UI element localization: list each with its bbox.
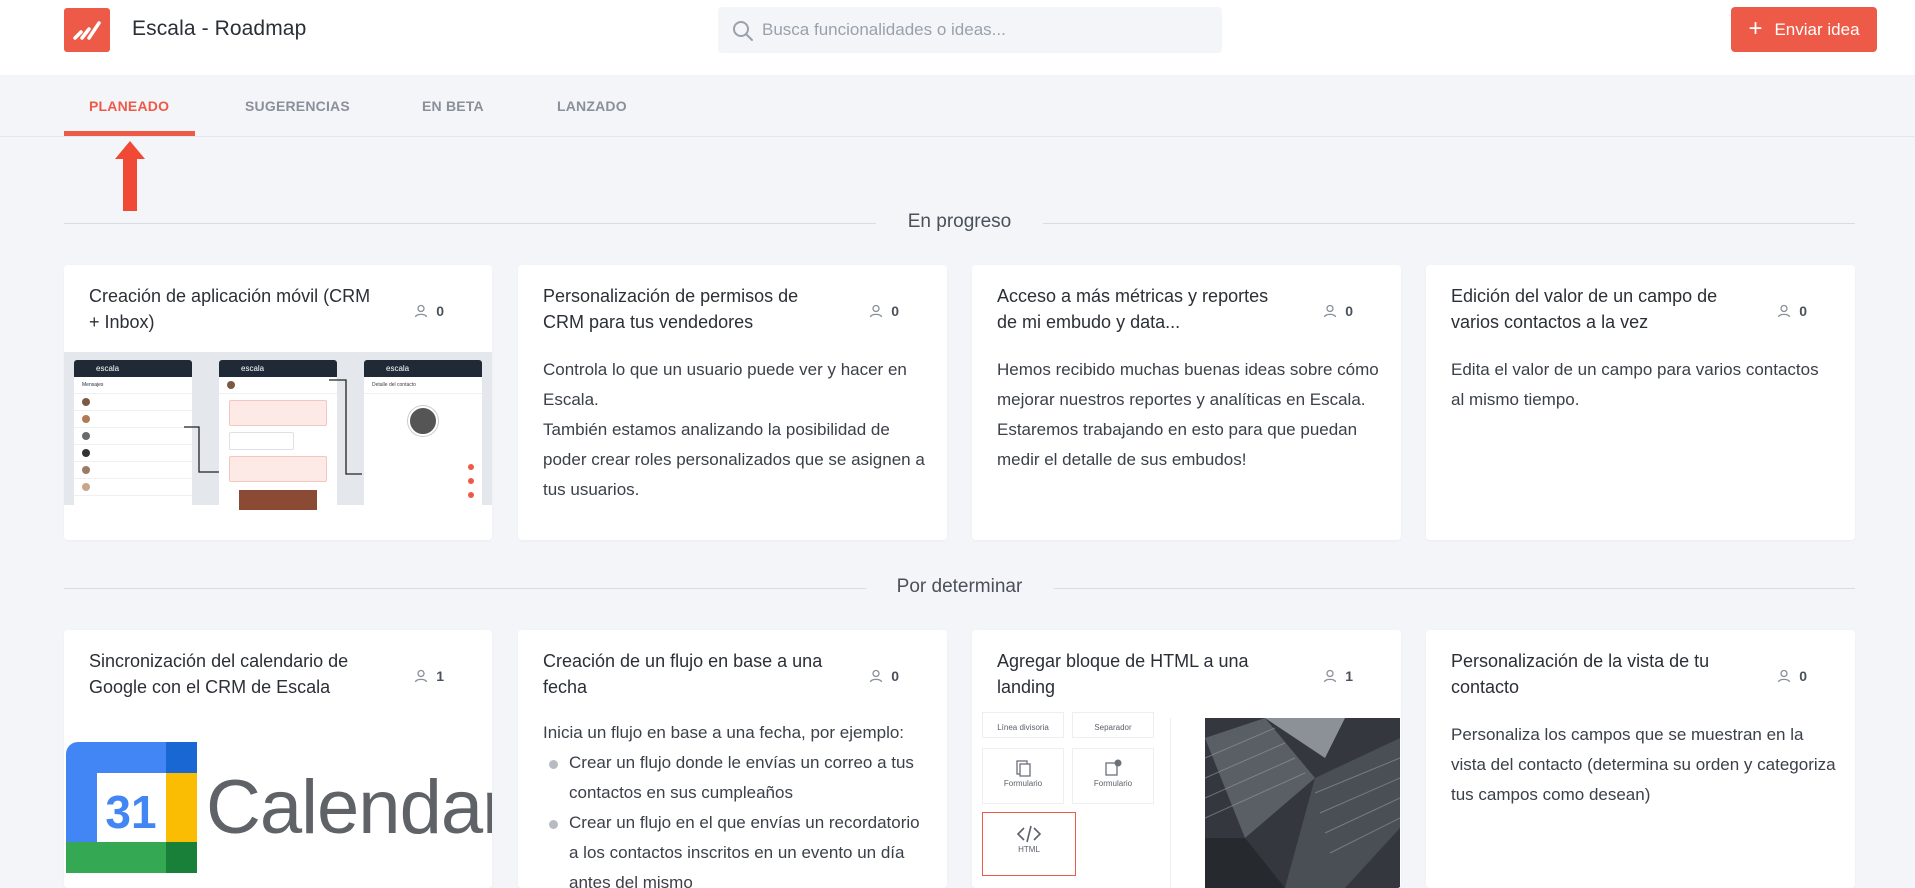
section-title: En progreso — [907, 211, 1012, 232]
up-arrow-icon — [115, 141, 145, 211]
card-title: Edición del valor de un campo de varios … — [1451, 286, 1718, 332]
idea-card[interactable]: Edición del valor de un campo de varios … — [1426, 265, 1855, 540]
idea-card[interactable]: Creación de un flujo en base a una fecha… — [518, 630, 947, 888]
user-icon — [1324, 304, 1337, 318]
search-icon — [733, 21, 753, 41]
user-icon — [870, 669, 883, 683]
block-tile-html: HTML — [982, 812, 1076, 876]
tab-planeado[interactable]: PLANEADO — [89, 75, 169, 137]
block-tile-label: Formulario — [1003, 779, 1043, 788]
escala-logo[interactable] — [64, 8, 110, 52]
tab-sugerencias[interactable]: SUGERENCIAS — [245, 75, 350, 137]
card-title: Agregar bloque de HTML a una landing — [997, 651, 1249, 697]
vote-number: 0 — [1799, 303, 1807, 319]
section-title: Por determinar — [896, 576, 1023, 597]
vote-number: 0 — [1799, 668, 1807, 684]
user-icon — [1324, 669, 1337, 683]
block-tile-divider: Línea divisoria — [982, 712, 1064, 738]
search-input[interactable] — [762, 7, 1212, 53]
vote-number: 1 — [436, 668, 444, 684]
idea-card[interactable]: Sincronización del calendario de Google … — [64, 630, 492, 888]
card-description: Inicia un flujo en base a una fecha, por… — [543, 718, 928, 888]
user-icon — [1778, 669, 1791, 683]
user-icon — [415, 304, 428, 318]
calendar-wordmark: Calendar — [206, 765, 492, 850]
top-header: Escala - Roadmap + Enviar idea — [0, 0, 1915, 75]
plus-icon: + — [1748, 14, 1763, 42]
idea-card[interactable]: Personalización de la vista de tu contac… — [1426, 630, 1855, 888]
description-line: También estamos analizando la posibilida… — [543, 420, 925, 499]
idea-card[interactable]: Agregar bloque de HTML a una landing 1 L… — [972, 630, 1401, 888]
block-tile-label: HTML — [1018, 845, 1040, 854]
vote-count[interactable]: 0 — [414, 303, 444, 319]
vote-number: 1 — [1345, 668, 1353, 684]
vote-count[interactable]: 0 — [1777, 303, 1807, 319]
description-list: Crear un flujo donde le envías un correo… — [543, 748, 928, 888]
card-description: Personaliza los campos que se muestran e… — [1451, 720, 1836, 810]
form-add-icon — [1105, 759, 1122, 776]
form-icon — [1016, 760, 1031, 777]
description-intro: Inicia un flujo en base a una fecha, por… — [543, 723, 905, 742]
card-title: Sincronización del calendario de Google … — [89, 651, 349, 697]
skyscraper-image — [1205, 718, 1400, 888]
html-block-builder-image: Línea divisoria Separador Formulario For… — [972, 712, 1400, 888]
mobile-app-mockup-image: escala Mensajes escala escala Detalle de… — [64, 352, 492, 510]
app-title: Escala - Roadmap — [132, 17, 307, 40]
vote-count[interactable]: 1 — [414, 668, 444, 684]
section-header-por-determinar: Por determinar — [64, 573, 1855, 603]
active-tab-indicator — [64, 131, 195, 136]
user-icon — [870, 304, 883, 318]
card-title: Personalización de la vista de tu contac… — [1451, 651, 1710, 697]
block-tile-form: Formulario — [982, 748, 1064, 804]
logo-mark-icon — [73, 21, 101, 40]
vote-count[interactable]: 0 — [1777, 668, 1807, 684]
description-line: Controla lo que un usuario puede ver y h… — [543, 360, 907, 409]
tab-en-beta[interactable]: EN BETA — [422, 75, 484, 137]
card-description: Edita el valor de un campo para varios c… — [1451, 355, 1836, 415]
code-icon — [1016, 825, 1042, 843]
calendar-icon: 31 — [66, 742, 197, 873]
vote-count[interactable]: 0 — [869, 668, 899, 684]
building-photo — [1205, 718, 1400, 888]
description-line: Personaliza los campos que se muestran e… — [1451, 725, 1836, 804]
list-item: Crear un flujo en el que envías un recor… — [543, 808, 928, 888]
idea-card[interactable]: Personalización de permisos de CRM para … — [518, 265, 947, 540]
card-title: Personalización de permisos de CRM para … — [543, 286, 799, 332]
calendar-day-number: 31 — [105, 786, 156, 838]
vote-count[interactable]: 1 — [1323, 668, 1353, 684]
vote-number: 0 — [436, 303, 444, 319]
idea-card[interactable]: Acceso a más métricas y reportes de mi e… — [972, 265, 1401, 540]
description-line: Edita el valor de un campo para varios c… — [1451, 360, 1819, 409]
block-tile-separator: Separador — [1072, 712, 1154, 738]
block-tile-form-plus: Formulario — [1072, 748, 1154, 804]
user-icon — [415, 669, 428, 683]
section-header-en-progreso: En progreso — [64, 208, 1855, 238]
card-description: Hemos recibido muchas buenas ideas sobre… — [997, 355, 1382, 475]
list-item: Crear un flujo donde le envías un correo… — [543, 748, 928, 808]
flow-connector-lines — [184, 379, 362, 475]
user-icon — [1778, 304, 1791, 318]
vote-count[interactable]: 0 — [869, 303, 899, 319]
vote-number: 0 — [891, 668, 899, 684]
idea-card[interactable]: Creación de aplicación móvil (CRM + Inbo… — [64, 265, 492, 540]
card-title: Creación de aplicación móvil (CRM + Inbo… — [89, 286, 371, 332]
tab-bar: PLANEADO SUGERENCIAS EN BETA LANZADO — [0, 75, 1915, 137]
description-line: Hemos recibido muchas buenas ideas sobre… — [997, 360, 1379, 469]
vote-count[interactable]: 0 — [1323, 303, 1353, 319]
vote-number: 0 — [1345, 303, 1353, 319]
tab-lanzado[interactable]: LANZADO — [557, 75, 627, 137]
submit-idea-button[interactable]: + Enviar idea — [1731, 7, 1877, 52]
block-tile-label: Formulario — [1093, 779, 1133, 788]
card-description: Controla lo que un usuario puede ver y h… — [543, 355, 928, 505]
vote-number: 0 — [891, 303, 899, 319]
card-title: Creación de un flujo en base a una fecha — [543, 651, 823, 697]
search-box[interactable] — [718, 7, 1222, 53]
card-title: Acceso a más métricas y reportes de mi e… — [997, 286, 1269, 332]
submit-idea-label: Enviar idea — [1774, 19, 1860, 39]
google-calendar-logo-image: 31 Calendar — [64, 740, 492, 880]
